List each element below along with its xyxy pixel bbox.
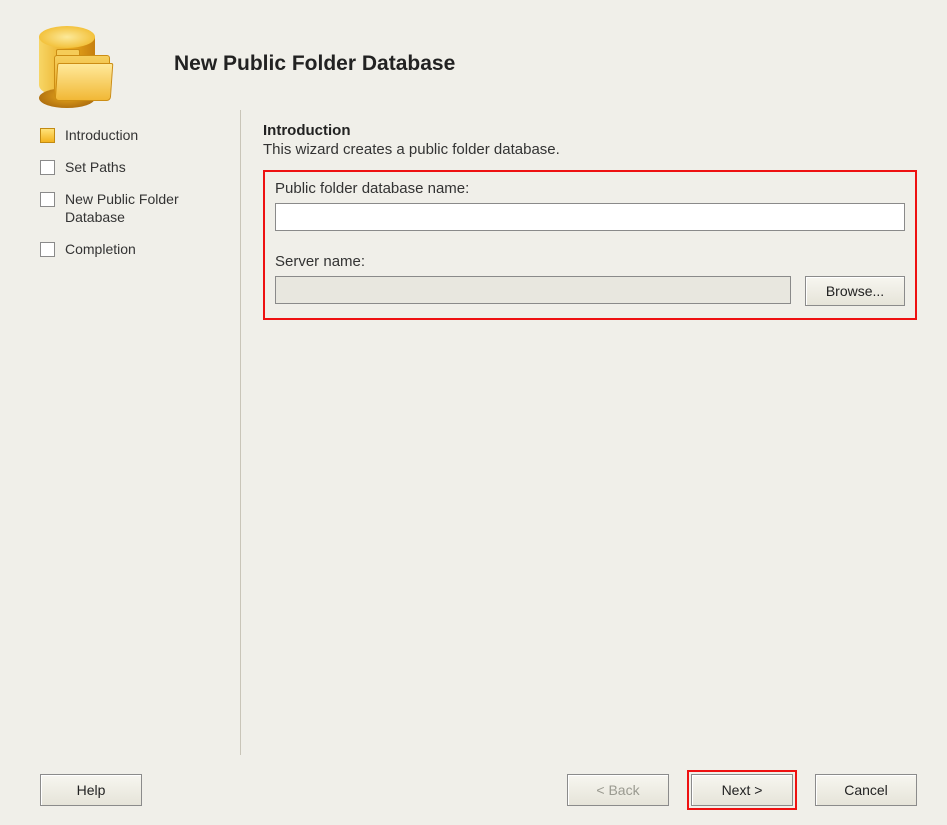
step-indicator-icon	[40, 192, 55, 207]
step-indicator-icon	[40, 160, 55, 175]
next-button-highlight: Next >	[687, 770, 797, 810]
wizard-window: New Public Folder Database Introduction …	[0, 0, 947, 825]
step-completion[interactable]: Completion	[40, 240, 240, 258]
next-button[interactable]: Next >	[691, 774, 793, 806]
page-heading: Introduction	[263, 122, 917, 139]
back-button: < Back	[567, 774, 669, 806]
cancel-button[interactable]: Cancel	[815, 774, 917, 806]
wizard-title: New Public Folder Database	[174, 52, 455, 76]
database-name-input[interactable]	[275, 203, 905, 231]
step-indicator-icon	[40, 128, 55, 143]
server-name-row: Browse...	[275, 276, 905, 306]
wizard-footer: Help < Back Next > Cancel	[0, 755, 947, 825]
highlight-box: Public folder database name: Server name…	[263, 170, 917, 320]
wizard-header: New Public Folder Database	[0, 0, 947, 106]
step-new-public-folder-database[interactable]: New Public Folder Database	[40, 190, 240, 226]
step-label: Introduction	[65, 126, 138, 144]
public-folder-database-icon	[36, 25, 114, 103]
browse-button[interactable]: Browse...	[805, 276, 905, 306]
wizard-content: Introduction This wizard creates a publi…	[241, 106, 947, 755]
step-label: Completion	[65, 240, 136, 258]
step-introduction[interactable]: Introduction	[40, 126, 240, 144]
wizard-body: Introduction Set Paths New Public Folder…	[0, 106, 947, 755]
page-subheading: This wizard creates a public folder data…	[263, 141, 917, 158]
server-name-label: Server name:	[275, 253, 905, 270]
step-label: New Public Folder Database	[65, 190, 240, 226]
step-label: Set Paths	[65, 158, 126, 176]
step-set-paths[interactable]: Set Paths	[40, 158, 240, 176]
help-button[interactable]: Help	[40, 774, 142, 806]
server-name-input	[275, 276, 791, 304]
wizard-steps-sidebar: Introduction Set Paths New Public Folder…	[0, 106, 240, 755]
database-name-label: Public folder database name:	[275, 180, 905, 197]
step-indicator-icon	[40, 242, 55, 257]
